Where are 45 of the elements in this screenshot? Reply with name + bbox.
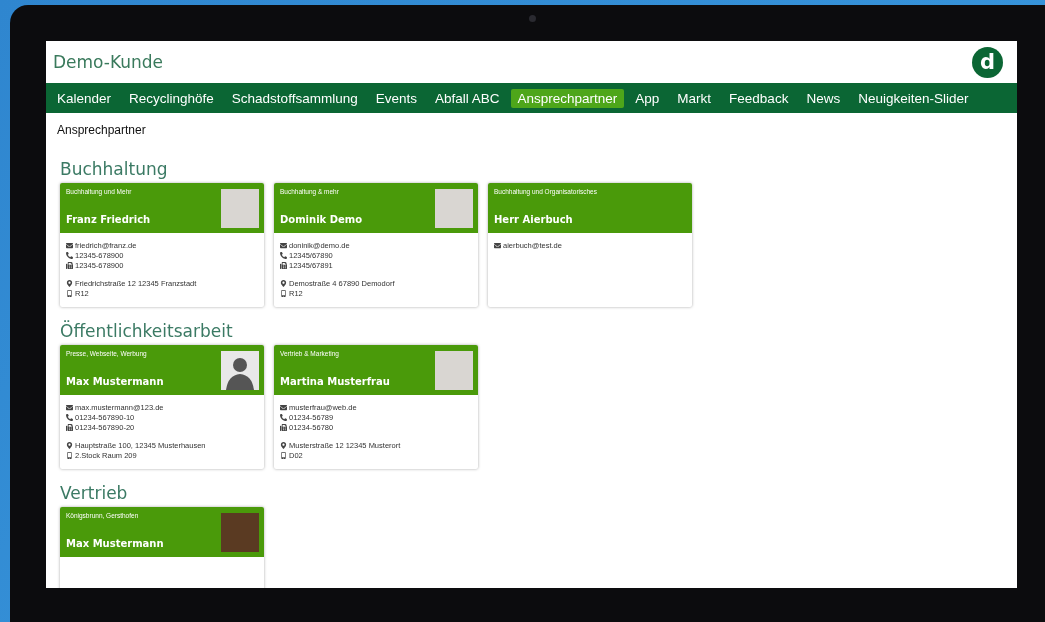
map-pin-icon [66, 280, 73, 287]
contact-name: Max Mustermann [66, 538, 164, 549]
section-title: Öffentlichkeitsarbeit [60, 321, 234, 341]
nav-item[interactable]: Schadstoffsammlung [224, 88, 365, 108]
nav-item[interactable]: App [628, 88, 667, 108]
nav-item[interactable]: News [799, 88, 848, 108]
photo-placeholder [221, 513, 259, 552]
contact-name: Max Mustermann [66, 376, 164, 387]
envelope-icon [280, 404, 287, 411]
nav-item[interactable]: Abfall ABC [427, 88, 507, 108]
nav-item[interactable]: Kalender [50, 88, 119, 108]
photo-placeholder [435, 189, 473, 228]
nav-item[interactable]: Events [368, 88, 424, 108]
contact-name: Martina Musterfrau [280, 376, 390, 387]
map-pin-icon [66, 442, 73, 449]
envelope-icon [66, 242, 73, 249]
window-title: Demo-Kunde [53, 52, 164, 72]
phone-icon [280, 252, 287, 259]
fax-icon [280, 424, 287, 431]
nav-item[interactable]: Neuigkeiten-Slider [851, 88, 976, 108]
section-title: Buchhaltung [60, 159, 169, 179]
envelope-icon [494, 242, 501, 249]
silhouette-icon [221, 351, 259, 390]
nav-item[interactable]: Feedback [722, 88, 796, 108]
fax-icon [66, 262, 73, 269]
nav-item[interactable]: Recyclinghöfe [122, 88, 221, 108]
map-pin-icon [280, 442, 287, 449]
phone-icon [66, 252, 73, 259]
phone-icon [66, 414, 73, 421]
fax-icon [280, 262, 287, 269]
fax-icon [66, 424, 73, 431]
contact-name: Dominik Demo [280, 214, 363, 225]
envelope-icon [280, 242, 287, 249]
contact-name: Franz Friedrich [66, 214, 151, 225]
contact-name: Herr Aierbuch [494, 214, 574, 225]
photo-placeholder [221, 189, 259, 228]
map-pin-icon [280, 280, 287, 287]
nav-item[interactable]: Markt [670, 88, 719, 108]
logo: d [972, 46, 1003, 78]
section-title: Vertrieb [60, 483, 129, 503]
envelope-icon [66, 404, 73, 411]
page-title: Ansprechpartner [57, 123, 147, 137]
phone-icon [280, 414, 287, 421]
photo-placeholder [435, 351, 473, 390]
camera-icon [529, 15, 536, 22]
